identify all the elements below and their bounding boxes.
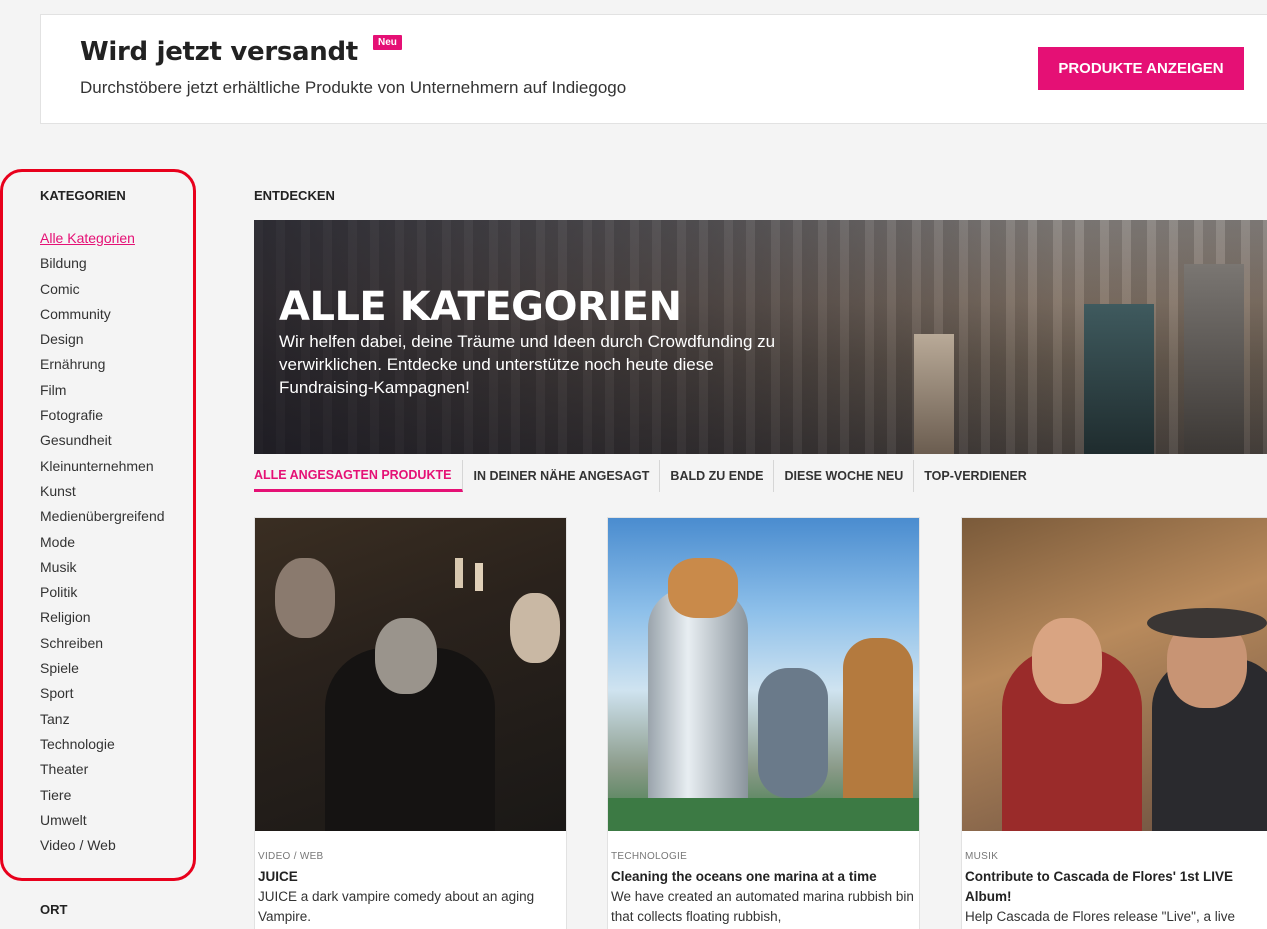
discover-heading: ENTDECKEN <box>254 188 335 203</box>
tab-new-this-week[interactable]: DIESE WOCHE NEU <box>774 460 915 492</box>
tab-ending-soon[interactable]: BALD ZU ENDE <box>660 460 775 492</box>
category-kunst[interactable]: Kunst <box>40 481 165 506</box>
building-image <box>914 334 954 454</box>
campaign-category: VIDEO / WEB <box>258 851 324 862</box>
category-sidebar: KATEGORIEN Alle Kategorien Bildung Comic… <box>40 188 190 853</box>
campaign-card[interactable]: VIDEO / WEB JUICE JUICE a dark vampire c… <box>254 517 567 929</box>
product-tabs: ALLE ANGESAGTEN PRODUKTE IN DEINER NÄHE … <box>254 460 1037 492</box>
category-politik[interactable]: Politik <box>40 582 165 607</box>
campaign-description: Help Cascada de Flores release "Live", a… <box>965 909 1235 924</box>
shipping-now-banner: Wird jetzt versandt Neu Durchstöbere jet… <box>40 14 1267 124</box>
campaign-card-body: MUSIK Contribute to Cascada de Flores' 1… <box>962 831 1267 927</box>
banner-title: Wird jetzt versandt <box>80 37 358 67</box>
campaign-category: TECHNOLOGIE <box>611 851 688 862</box>
categories-heading: KATEGORIEN <box>40 188 126 203</box>
category-sport[interactable]: Sport <box>40 683 165 708</box>
category-ernaehrung[interactable]: Ernährung <box>40 354 165 379</box>
hero-text: Wir helfen dabei, deine Träume und Ideen… <box>279 332 776 397</box>
building-image <box>1184 264 1244 454</box>
campaign-category: MUSIK <box>965 851 999 862</box>
category-musik[interactable]: Musik <box>40 557 165 582</box>
category-design[interactable]: Design <box>40 329 165 354</box>
category-umwelt[interactable]: Umwelt <box>40 810 165 835</box>
category-medienuebergreifend[interactable]: Medienübergreifend <box>40 506 165 531</box>
category-comic[interactable]: Comic <box>40 279 165 304</box>
campaign-card-body: VIDEO / WEB JUICE JUICE a dark vampire c… <box>255 831 566 927</box>
hero-title: ALLE KATEGORIEN <box>279 284 682 330</box>
category-bildung[interactable]: Bildung <box>40 253 165 278</box>
category-tiere[interactable]: Tiere <box>40 785 165 810</box>
category-technologie[interactable]: Technologie <box>40 734 165 759</box>
campaign-title[interactable]: JUICE <box>258 867 563 887</box>
category-community[interactable]: Community <box>40 304 165 329</box>
campaign-image-marina-bin[interactable] <box>608 518 919 831</box>
category-mode[interactable]: Mode <box>40 532 165 557</box>
category-religion[interactable]: Religion <box>40 607 165 632</box>
category-theater[interactable]: Theater <box>40 759 165 784</box>
campaign-card[interactable]: MUSIK Contribute to Cascada de Flores' 1… <box>961 517 1267 929</box>
new-badge: Neu <box>373 35 402 50</box>
campaign-image-musicians[interactable] <box>962 518 1267 831</box>
campaign-card[interactable]: TECHNOLOGIE Cleaning the oceans one mari… <box>607 517 920 929</box>
banner-subtitle: Durchstöbere jetzt erhältliche Produkte … <box>80 78 627 97</box>
campaign-title[interactable]: Cleaning the oceans one marina at a time <box>611 867 916 887</box>
category-all[interactable]: Alle Kategorien <box>40 228 165 253</box>
campaign-title[interactable]: Contribute to Cascada de Flores' 1st LIV… <box>965 867 1267 907</box>
campaign-description: JUICE a dark vampire comedy about an agi… <box>258 889 535 924</box>
campaign-description: We have created an automated marina rubb… <box>611 889 914 924</box>
category-film[interactable]: Film <box>40 380 165 405</box>
location-heading: ORT <box>40 902 68 917</box>
tab-all-trending[interactable]: ALLE ANGESAGTEN PRODUKTE <box>254 460 464 492</box>
tab-top-earners[interactable]: TOP-VERDIENER <box>914 460 1037 492</box>
category-kleinunternehmen[interactable]: Kleinunternehmen <box>40 456 165 481</box>
category-schreiben[interactable]: Schreiben <box>40 633 165 658</box>
skyscraper-image <box>1084 304 1154 454</box>
category-fotografie[interactable]: Fotografie <box>40 405 165 430</box>
category-video-web[interactable]: Video / Web <box>40 835 165 860</box>
category-spiele[interactable]: Spiele <box>40 658 165 683</box>
category-list: Alle Kategorien Bildung Comic Community … <box>40 228 165 860</box>
show-products-button[interactable]: PRODUKTE ANZEIGEN <box>1038 47 1244 90</box>
tab-trending-nearby[interactable]: IN DEINER NÄHE ANGESAGT <box>463 460 661 492</box>
category-gesundheit[interactable]: Gesundheit <box>40 430 165 455</box>
category-tanz[interactable]: Tanz <box>40 709 165 734</box>
campaign-card-body: TECHNOLOGIE Cleaning the oceans one mari… <box>608 831 919 927</box>
hero-banner: ALLE KATEGORIEN Wir helfen dabei, deine … <box>254 220 1267 454</box>
campaign-image-vampires[interactable] <box>255 518 566 831</box>
